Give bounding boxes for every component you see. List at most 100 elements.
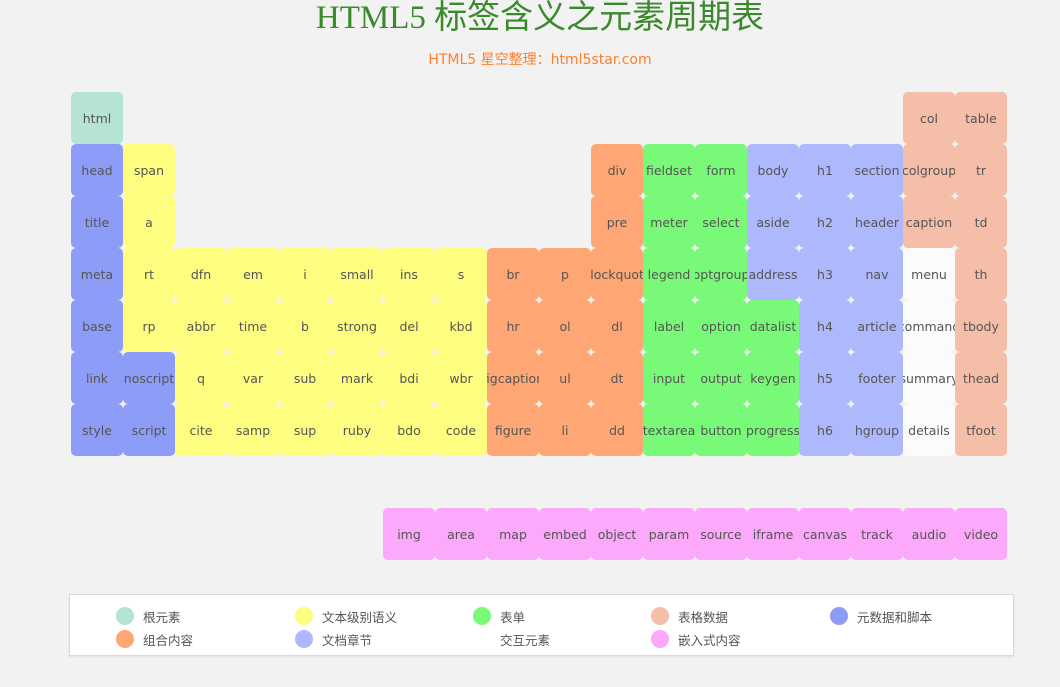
element-ol[interactable]: ol: [539, 300, 591, 352]
element-video[interactable]: video: [955, 508, 1007, 560]
element-ul[interactable]: ul: [539, 352, 591, 404]
element-h4[interactable]: h4: [799, 300, 851, 352]
element-optgroup[interactable]: optgroup: [695, 248, 747, 300]
element-dd[interactable]: dd: [591, 404, 643, 456]
element-mark[interactable]: mark: [331, 352, 383, 404]
element-area[interactable]: area: [435, 508, 487, 560]
element-b[interactable]: b: [279, 300, 331, 352]
element-tbody[interactable]: tbody: [955, 300, 1007, 352]
element-track[interactable]: track: [851, 508, 903, 560]
element-section[interactable]: section: [851, 144, 903, 196]
element-map[interactable]: map: [487, 508, 539, 560]
element-s[interactable]: s: [435, 248, 487, 300]
element-base[interactable]: base: [71, 300, 123, 352]
element-datalist[interactable]: datalist: [747, 300, 799, 352]
element-h2[interactable]: h2: [799, 196, 851, 248]
element-li[interactable]: li: [539, 404, 591, 456]
element-legend[interactable]: legend: [643, 248, 695, 300]
element-title[interactable]: title: [71, 196, 123, 248]
element-meter[interactable]: meter: [643, 196, 695, 248]
element-code[interactable]: code: [435, 404, 487, 456]
element-br[interactable]: br: [487, 248, 539, 300]
element-menu[interactable]: menu: [903, 248, 955, 300]
element-pre[interactable]: pre: [591, 196, 643, 248]
element-keygen[interactable]: keygen: [747, 352, 799, 404]
element-summary[interactable]: summary: [903, 352, 955, 404]
element-ruby[interactable]: ruby: [331, 404, 383, 456]
element-i[interactable]: i: [279, 248, 331, 300]
element-dfn[interactable]: dfn: [175, 248, 227, 300]
element-wbr[interactable]: wbr: [435, 352, 487, 404]
element-samp[interactable]: samp: [227, 404, 279, 456]
element-body[interactable]: body: [747, 144, 799, 196]
element-time[interactable]: time: [227, 300, 279, 352]
element-colgroup[interactable]: colgroup: [903, 144, 955, 196]
element-header[interactable]: header: [851, 196, 903, 248]
element-div[interactable]: div: [591, 144, 643, 196]
element-input[interactable]: input: [643, 352, 695, 404]
element-var[interactable]: var: [227, 352, 279, 404]
element-td[interactable]: td: [955, 196, 1007, 248]
element-aside[interactable]: aside: [747, 196, 799, 248]
element-small[interactable]: small: [331, 248, 383, 300]
element-figure[interactable]: figure: [487, 404, 539, 456]
element-th[interactable]: th: [955, 248, 1007, 300]
element-cite[interactable]: cite: [175, 404, 227, 456]
element-bdi[interactable]: bdi: [383, 352, 435, 404]
element-rp[interactable]: rp: [123, 300, 175, 352]
element-h5[interactable]: h5: [799, 352, 851, 404]
element-html[interactable]: html: [71, 92, 123, 144]
element-bdo[interactable]: bdo: [383, 404, 435, 456]
element-a[interactable]: a: [123, 196, 175, 248]
element-textarea[interactable]: textarea: [643, 404, 695, 456]
element-tr[interactable]: tr: [955, 144, 1007, 196]
element-del[interactable]: del: [383, 300, 435, 352]
element-link[interactable]: link: [71, 352, 123, 404]
element-span[interactable]: span: [123, 144, 175, 196]
element-label[interactable]: label: [643, 300, 695, 352]
element-address[interactable]: address: [747, 248, 799, 300]
element-tfoot[interactable]: tfoot: [955, 404, 1007, 456]
element-embed[interactable]: embed: [539, 508, 591, 560]
element-source[interactable]: source: [695, 508, 747, 560]
element-output[interactable]: output: [695, 352, 747, 404]
element-meta[interactable]: meta: [71, 248, 123, 300]
element-caption[interactable]: caption: [903, 196, 955, 248]
element-command[interactable]: command: [903, 300, 955, 352]
element-head[interactable]: head: [71, 144, 123, 196]
element-canvas[interactable]: canvas: [799, 508, 851, 560]
element-rt[interactable]: rt: [123, 248, 175, 300]
element-select[interactable]: select: [695, 196, 747, 248]
element-sup[interactable]: sup: [279, 404, 331, 456]
element-nav[interactable]: nav: [851, 248, 903, 300]
element-col[interactable]: col: [903, 92, 955, 144]
element-form[interactable]: form: [695, 144, 747, 196]
element-article[interactable]: article: [851, 300, 903, 352]
element-h3[interactable]: h3: [799, 248, 851, 300]
element-strong[interactable]: strong: [331, 300, 383, 352]
element-ins[interactable]: ins: [383, 248, 435, 300]
element-blockquote[interactable]: blockquote: [591, 248, 643, 300]
element-dl[interactable]: dl: [591, 300, 643, 352]
element-style[interactable]: style: [71, 404, 123, 456]
element-sub[interactable]: sub: [279, 352, 331, 404]
element-object[interactable]: object: [591, 508, 643, 560]
element-hr[interactable]: hr: [487, 300, 539, 352]
element-hgroup[interactable]: hgroup: [851, 404, 903, 456]
element-option[interactable]: option: [695, 300, 747, 352]
element-h1[interactable]: h1: [799, 144, 851, 196]
element-img[interactable]: img: [383, 508, 435, 560]
element-param[interactable]: param: [643, 508, 695, 560]
element-figcaption[interactable]: figcaption: [487, 352, 539, 404]
element-audio[interactable]: audio: [903, 508, 955, 560]
element-thead[interactable]: thead: [955, 352, 1007, 404]
element-noscript[interactable]: noscript: [123, 352, 175, 404]
element-dt[interactable]: dt: [591, 352, 643, 404]
element-h6[interactable]: h6: [799, 404, 851, 456]
element-table[interactable]: table: [955, 92, 1007, 144]
element-progress[interactable]: progress: [747, 404, 799, 456]
element-button[interactable]: button: [695, 404, 747, 456]
element-abbr[interactable]: abbr: [175, 300, 227, 352]
element-footer[interactable]: footer: [851, 352, 903, 404]
element-iframe[interactable]: iframe: [747, 508, 799, 560]
